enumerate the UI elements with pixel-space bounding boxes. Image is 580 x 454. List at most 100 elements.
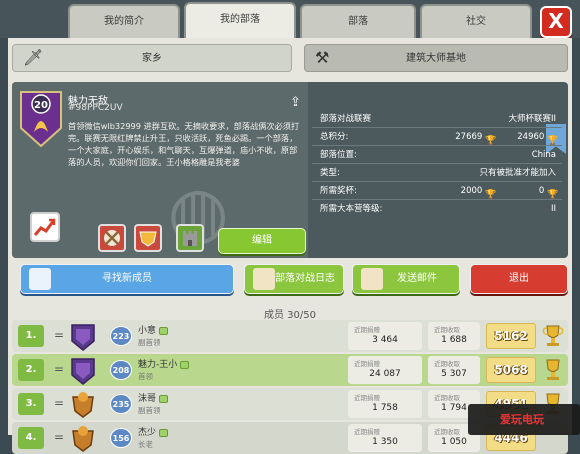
chat-icon <box>180 360 190 369</box>
clan-description: 首领微信wlb32999 进群互砍。无摘收要求，部落战俩次必须打完。联赛无限红牌… <box>68 121 300 167</box>
stat-key: 所需大本营等级: <box>320 204 383 214</box>
chat-icon <box>159 326 169 335</box>
war-log-button[interactable]: 部落对战日志 <box>244 264 344 294</box>
league-shield-icon <box>71 324 95 351</box>
chat-icon <box>159 428 169 437</box>
member-name-text: 魅力-王小 <box>138 360 178 370</box>
member-role: 副首领 <box>138 338 161 347</box>
donated-label: 近期捐赠 <box>354 326 380 334</box>
member-name-text: 小意 <box>138 326 157 336</box>
member-name: 杰少 <box>138 425 169 438</box>
rank-unchanged-icon: = <box>54 328 65 342</box>
league-shield-icon <box>71 358 95 385</box>
edit-clan-button[interactable]: 编辑 <box>218 228 306 254</box>
rank-unchanged-icon: = <box>54 396 65 410</box>
share-icon[interactable]: ⇪ <box>290 96 304 112</box>
member-rank: 2. <box>18 359 44 381</box>
find-members-button[interactable]: 寻找新成员 <box>20 264 234 294</box>
rank-unchanged-icon: = <box>54 362 65 376</box>
member-trophies: 5162 <box>486 323 536 349</box>
tab-label: 部落 <box>348 16 368 27</box>
titan-league-icon <box>72 392 94 418</box>
trophy-icon <box>546 359 560 380</box>
members-count: 成员 30/50 <box>264 310 316 321</box>
member-level: 156 <box>110 428 132 448</box>
stat-total-points: 总积分: 27669 🏆 24960 🏆 <box>312 128 562 146</box>
village-subtabs: 🗡 家乡 ⚒ 建筑大师基地 <box>12 44 568 74</box>
received-value: 1 688 <box>441 335 467 345</box>
stat-value: China <box>531 150 556 160</box>
donated-value: 24 087 <box>369 369 401 379</box>
chat-icon <box>159 394 169 403</box>
member-rank: 3. <box>18 393 44 415</box>
stat-value: 27669 🏆 <box>455 128 496 146</box>
tab-my-clan[interactable]: 我的部落 <box>184 2 296 40</box>
donated-value: 3 464 <box>372 335 398 345</box>
tab-social[interactable]: 社交 <box>420 4 532 38</box>
stat-key: 部落对战联赛 <box>320 114 372 124</box>
subtab-home-village[interactable]: 🗡 家乡 <box>12 44 292 72</box>
clan-badge-icon: 20 <box>20 91 62 148</box>
war-log-icon <box>253 268 275 290</box>
clan-info-box: 20 魅力无敌 #98PPC2UV ⇪ 首领微信wlb32999 进群互砍。无摘… <box>12 82 568 258</box>
received-label: 近期收取 <box>434 360 460 368</box>
trophy-icon: 🏆 <box>485 189 497 200</box>
donated-label: 近期捐赠 <box>354 360 380 368</box>
button-label: 退出 <box>509 273 529 284</box>
subtab-builder-base[interactable]: ⚒ 建筑大师基地 <box>304 44 568 72</box>
clan-description-area: 20 魅力无敌 #98PPC2UV ⇪ 首领微信wlb32999 进群互砍。无摘… <box>12 82 308 258</box>
stat-war-league: 部落对战联赛 大师杯联赛II <box>312 110 562 128</box>
member-rank: 4. <box>18 427 44 449</box>
button-label: 发送邮件 <box>397 273 437 284</box>
clan-tag: #98PPC2UV <box>68 103 123 113</box>
subtab-label: 家乡 <box>142 53 162 64</box>
donated-value: 1 350 <box>372 437 398 447</box>
member-role: 长老 <box>138 440 153 449</box>
member-name-text: 杰少 <box>138 428 157 438</box>
send-mail-button[interactable]: 发送邮件 <box>352 264 460 294</box>
donated-box: 近期捐赠 3 464 <box>348 322 422 350</box>
received-box: 近期收取 5 307 <box>428 356 480 384</box>
stat-key: 部落位置: <box>320 150 357 160</box>
member-name: 魅力-王小 <box>138 357 190 370</box>
clan-castle-icon[interactable] <box>176 224 204 252</box>
stat-value-2: 24960 🏆 <box>517 128 559 146</box>
trophy-icon: 🏆 <box>547 135 559 146</box>
home-points: 27669 <box>455 132 483 142</box>
war-league-icon[interactable] <box>134 224 162 252</box>
close-button[interactable]: X <box>540 6 572 38</box>
trophy-icon: 🏆 <box>547 189 559 200</box>
stat-key: 所需奖杯: <box>320 186 357 196</box>
trend-chart-icon[interactable] <box>30 212 60 242</box>
member-trophies: 5068 <box>486 357 536 383</box>
stat-value: 大师杯联赛II <box>508 114 556 124</box>
tab-clans[interactable]: 部落 <box>300 4 416 38</box>
stat-location: 部落位置: China <box>312 146 562 164</box>
member-level: 208 <box>110 360 132 380</box>
stat-value: 只有被批准才能加入 <box>479 168 556 178</box>
leave-clan-button[interactable]: 退出 <box>470 264 568 294</box>
member-row[interactable]: 1. = 223 小意 副首领 近期捐赠 3 464 近期收取 1 688 5162 <box>12 320 568 352</box>
member-name: 小意 <box>138 323 169 336</box>
donated-label: 近期捐赠 <box>354 394 380 402</box>
close-icon: X <box>548 9 564 33</box>
member-rank: 1. <box>18 325 44 347</box>
stat-required-th: 所需大本营等级: II <box>312 200 562 218</box>
member-row[interactable]: 2. = 208 魅力-王小 首领 近期捐赠 24 087 近期收取 5 307 5… <box>12 354 568 386</box>
war-swords-icon[interactable] <box>98 224 126 252</box>
member-role: 首领 <box>138 372 153 381</box>
clan-stats: 部落对战联赛 大师杯联赛II 总积分: 27669 🏆 24960 🏆 部落位置… <box>312 110 562 218</box>
member-level: 235 <box>110 394 132 414</box>
stat-type: 类型: 只有被批准才能加入 <box>312 164 562 182</box>
clan-level: 20 <box>34 100 48 111</box>
received-value: 5 307 <box>441 369 467 379</box>
tab-my-profile[interactable]: 我的简介 <box>68 4 180 38</box>
rank-unchanged-icon: = <box>54 430 65 444</box>
top-tab-bar: 我的简介 我的部落 部落 社交 X <box>0 0 580 40</box>
titan-league-icon <box>72 426 94 452</box>
member-role: 副首领 <box>138 406 161 415</box>
donated-box: 近期捐赠 1 350 <box>348 424 422 452</box>
trophy-icon <box>542 325 564 346</box>
tab-label: 我的简介 <box>104 16 144 27</box>
stat-value: II <box>550 204 556 214</box>
